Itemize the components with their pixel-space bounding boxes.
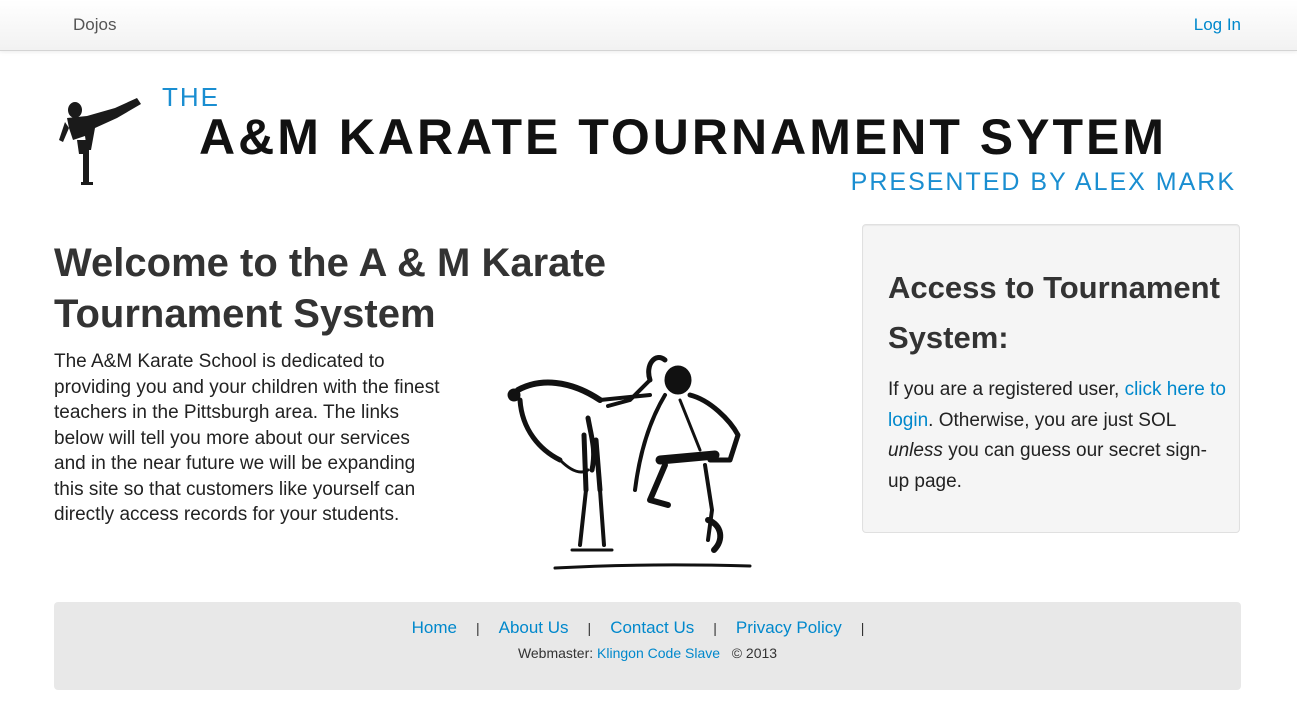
access-text-emphasis: unless: [888, 440, 943, 461]
intro-paragraph: The A&M Karate School is dedicated to pr…: [54, 351, 440, 525]
footer-link-contact-us[interactable]: Contact Us: [610, 618, 694, 637]
webmaster-link[interactable]: Klingon Code Slave: [597, 645, 720, 661]
top-navbar: Dojos Log In: [0, 0, 1297, 51]
copyright-text: © 2013: [731, 645, 778, 661]
footer-link-about-us[interactable]: About Us: [499, 618, 569, 637]
access-text: If you are a registered user, click here…: [888, 375, 1228, 497]
footer-separator: |: [713, 620, 717, 636]
access-heading: Access to Tournament System:: [888, 270, 1220, 355]
footer-link-home[interactable]: Home: [412, 618, 457, 637]
banner-title: A&M KARATE TOURNAMENT SYTEM: [199, 109, 1168, 165]
brand-link-dojos[interactable]: Dojos: [73, 15, 116, 35]
welcome-heading: Welcome to the A & M Karate Tournament S…: [54, 241, 606, 336]
footer-link-privacy-policy[interactable]: Privacy Policy: [736, 618, 842, 637]
footer-nav: Home | About Us | Contact Us | Privacy Policy |: [54, 618, 1241, 638]
access-panel: Access to Tournament System: If you are …: [862, 224, 1240, 533]
karate-sparring-illustration-icon: [507, 355, 752, 570]
footer-separator: |: [587, 620, 592, 636]
footer-meta: Webmaster: Klingon Code Slave © 2013: [54, 645, 1241, 661]
footer-separator: |: [475, 620, 480, 636]
page-footer: Home | About Us | Contact Us | Privacy Policy |…: [54, 602, 1241, 690]
webmaster-label: Webmaster:: [517, 645, 598, 661]
access-text-middle: . Otherwise, you are just SOL: [928, 409, 1176, 431]
access-text-intro: If you are a registered user,: [888, 379, 1125, 400]
footer-separator: |: [860, 620, 865, 636]
banner-presented-by: PRESENTED BY ALEX MARK: [850, 168, 1236, 196]
login-link[interactable]: Log In: [1194, 15, 1241, 35]
site-banner: THE A&M KARATE TOURNAMENT SYTEM PRESENTE…: [55, 80, 1245, 200]
karate-kicker-logo-icon: [59, 98, 141, 185]
